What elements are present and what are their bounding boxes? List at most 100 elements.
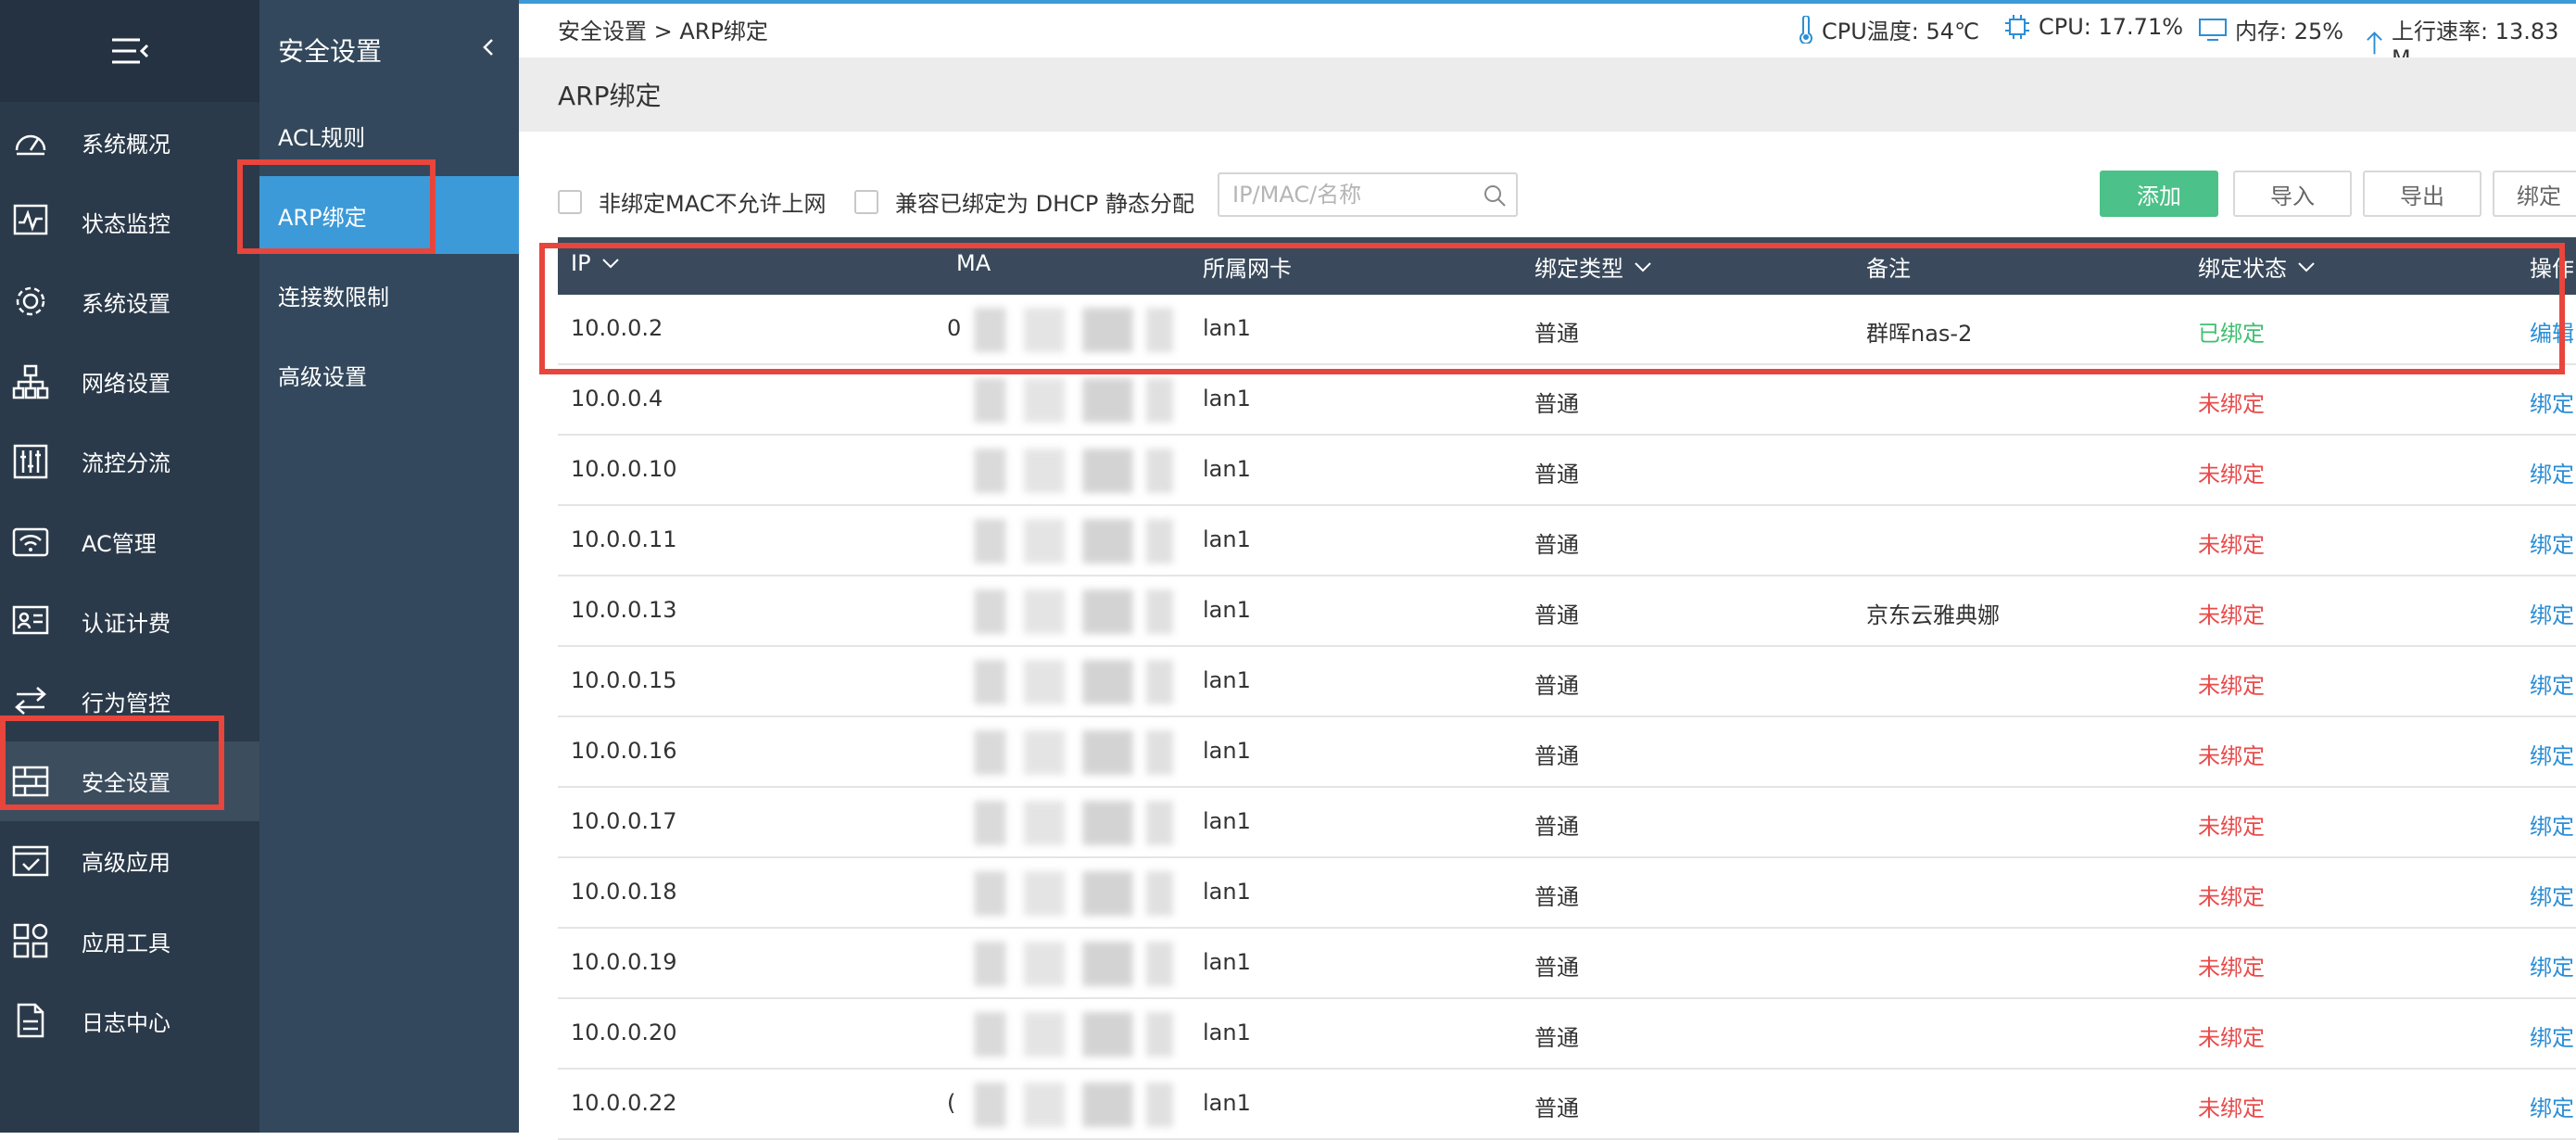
cpu-temp-text: CPU温度: 54℃ — [1822, 19, 1980, 44]
sliders-icon — [13, 444, 48, 479]
sidebar-item-label: 网络设置 — [82, 371, 170, 398]
page-title: ARP绑定 — [558, 81, 662, 111]
sidebar-item-label: 系统设置 — [82, 290, 170, 317]
dhcp-static-compat-checkbox[interactable]: 兼容已绑定为 DHCP 静态分配 — [854, 185, 1194, 218]
chevron-left-icon[interactable] — [478, 37, 499, 57]
cell-bind-status: 未绑定 — [2198, 884, 2265, 910]
sidebar-item-label: AC管理 — [82, 530, 157, 557]
menu-toggle[interactable] — [0, 0, 259, 102]
search-input[interactable] — [1231, 182, 1471, 208]
chip-icon — [2005, 15, 2029, 39]
export-button[interactable]: 导出 — [2363, 171, 2481, 217]
row-action-primary[interactable]: 绑定 — [2530, 1090, 2574, 1122]
sidebar-item-label: 日志中心 — [82, 1009, 170, 1036]
row-action-primary[interactable]: 绑定 — [2530, 597, 2574, 629]
sidebar-item-6[interactable]: AC管理 — [0, 501, 259, 581]
cell-bind-type: 普通 — [1534, 1096, 1579, 1121]
subnav-item-conn-limit[interactable]: 连接数限制 — [259, 256, 519, 334]
import-button[interactable]: 导入 — [2233, 171, 2352, 217]
cell-ip: 10.0.0.22 — [571, 1090, 677, 1116]
cell-bind-type: 普通 — [1534, 391, 1579, 417]
row-action-primary[interactable]: 绑定 — [2530, 386, 2574, 418]
memory-text: 内存: 25% — [2235, 19, 2344, 44]
menu-collapse-icon[interactable] — [108, 35, 151, 67]
checkbox-box[interactable] — [854, 189, 878, 214]
search-icon[interactable] — [1483, 184, 1507, 208]
row-action-primary[interactable]: 绑定 — [2530, 667, 2574, 700]
checkbox-box[interactable] — [558, 189, 582, 214]
sidebar-item-10[interactable]: 高级应用 — [0, 821, 259, 901]
sidebar-item-label: 高级应用 — [82, 850, 170, 877]
row-action-primary[interactable]: 绑定 — [2530, 456, 2574, 488]
cell-bind-type: 普通 — [1534, 1025, 1579, 1051]
subnav-item-label: ACL规则 — [278, 124, 366, 151]
cell-bind-type: 普通 — [1534, 884, 1579, 910]
sidebar-item-2[interactable]: 状态监控 — [0, 182, 259, 261]
sidebar-item-label: 流控分流 — [82, 450, 170, 477]
sidebar-item-3[interactable]: 系统设置 — [0, 261, 259, 341]
sidebar-item-11[interactable]: 应用工具 — [0, 901, 259, 981]
cell-bind-type: 普通 — [1534, 602, 1579, 628]
wifi-icon — [12, 527, 49, 557]
cell-nic: lan1 — [1203, 879, 1251, 905]
apps-icon — [13, 923, 48, 958]
cell-bind-status: 未绑定 — [2198, 814, 2265, 840]
cell-remark: 京东云雅典娜 — [1866, 602, 2000, 628]
mac-redacted — [956, 519, 1182, 564]
cell-bind-status: 未绑定 — [2198, 673, 2265, 699]
row-action-primary[interactable]: 绑定 — [2530, 1020, 2574, 1052]
mac-redacted — [956, 449, 1182, 493]
highlight-box — [539, 243, 2565, 374]
sidebar-item-5[interactable]: 流控分流 — [0, 422, 259, 501]
cell-bind-status: 未绑定 — [2198, 743, 2265, 769]
cpu-status: CPU: 17.71% — [2003, 13, 2183, 41]
cell-bind-type: 普通 — [1534, 532, 1579, 558]
table-row: 10.0.0.10lan1普通未绑定绑定编辑 — [558, 436, 2576, 506]
sidebar-item-12[interactable]: 日志中心 — [0, 981, 259, 1060]
sidebar: 系统概况 状态监控 系统设置 网络设置 流控分流 AC管理 认证计费 行为管控 安全设置 高级应用… — [0, 0, 259, 1133]
cell-bind-type: 普通 — [1534, 462, 1579, 488]
page-header: ARP绑定 — [519, 57, 2576, 132]
sidebar-item-label: 状态监控 — [82, 210, 170, 237]
row-action-primary[interactable]: 绑定 — [2530, 738, 2574, 770]
cpu-text: CPU: 17.71% — [2039, 14, 2184, 40]
subnav-item-advanced[interactable]: 高级设置 — [259, 336, 519, 413]
check-window-icon — [12, 845, 49, 877]
cell-bind-status: 未绑定 — [2198, 532, 2265, 558]
bind-button[interactable]: 绑定 — [2493, 171, 2576, 217]
row-action-primary[interactable]: 绑定 — [2530, 526, 2574, 559]
sidebar-item-4[interactable]: 网络设置 — [0, 342, 259, 422]
mac-redacted — [956, 378, 1182, 423]
cell-ip: 10.0.0.10 — [571, 456, 677, 482]
gear-icon — [16, 287, 45, 316]
id-card-icon — [12, 605, 49, 635]
cell-bind-type: 普通 — [1534, 743, 1579, 769]
monitor-icon — [13, 204, 48, 235]
table-row: 10.0.0.15lan1普通未绑定绑定编辑 — [558, 647, 2576, 717]
cell-ip: 10.0.0.15 — [571, 667, 677, 693]
sidebar-item-label: 系统概况 — [82, 131, 170, 158]
cell-bind-status: 未绑定 — [2198, 1096, 2265, 1121]
monitor-icon — [2199, 18, 2227, 41]
highlight-box — [0, 716, 224, 810]
table-row: 10.0.0.11lan1普通未绑定绑定编辑 — [558, 506, 2576, 576]
sidebar-item-label: 认证计费 — [82, 610, 170, 637]
sidebar-item-7[interactable]: 认证计费 — [0, 581, 259, 661]
table-row: 10.0.0.4lan1普通未绑定绑定编辑 — [558, 365, 2576, 436]
mac-redacted — [956, 589, 1182, 634]
cell-nic: lan1 — [1203, 1020, 1251, 1045]
add-button[interactable]: 添加 — [2100, 171, 2218, 217]
row-action-primary[interactable]: 绑定 — [2530, 879, 2574, 911]
cell-bind-status: 未绑定 — [2198, 602, 2265, 628]
search-box[interactable] — [1218, 172, 1518, 217]
cell-ip: 10.0.0.4 — [571, 386, 663, 412]
highlight-box — [237, 159, 436, 254]
cell-ip: 10.0.0.20 — [571, 1020, 677, 1045]
thermometer-icon — [1799, 15, 1812, 44]
row-action-primary[interactable]: 绑定 — [2530, 949, 2574, 982]
table-row: 10.0.0.20lan1普通未绑定绑定编辑 — [558, 999, 2576, 1070]
cell-nic: lan1 — [1203, 456, 1251, 482]
unbound-mac-block-checkbox[interactable]: 非绑定MAC不允许上网 — [558, 185, 826, 218]
row-action-primary[interactable]: 绑定 — [2530, 808, 2574, 841]
sidebar-item-1[interactable]: 系统概况 — [0, 102, 259, 182]
